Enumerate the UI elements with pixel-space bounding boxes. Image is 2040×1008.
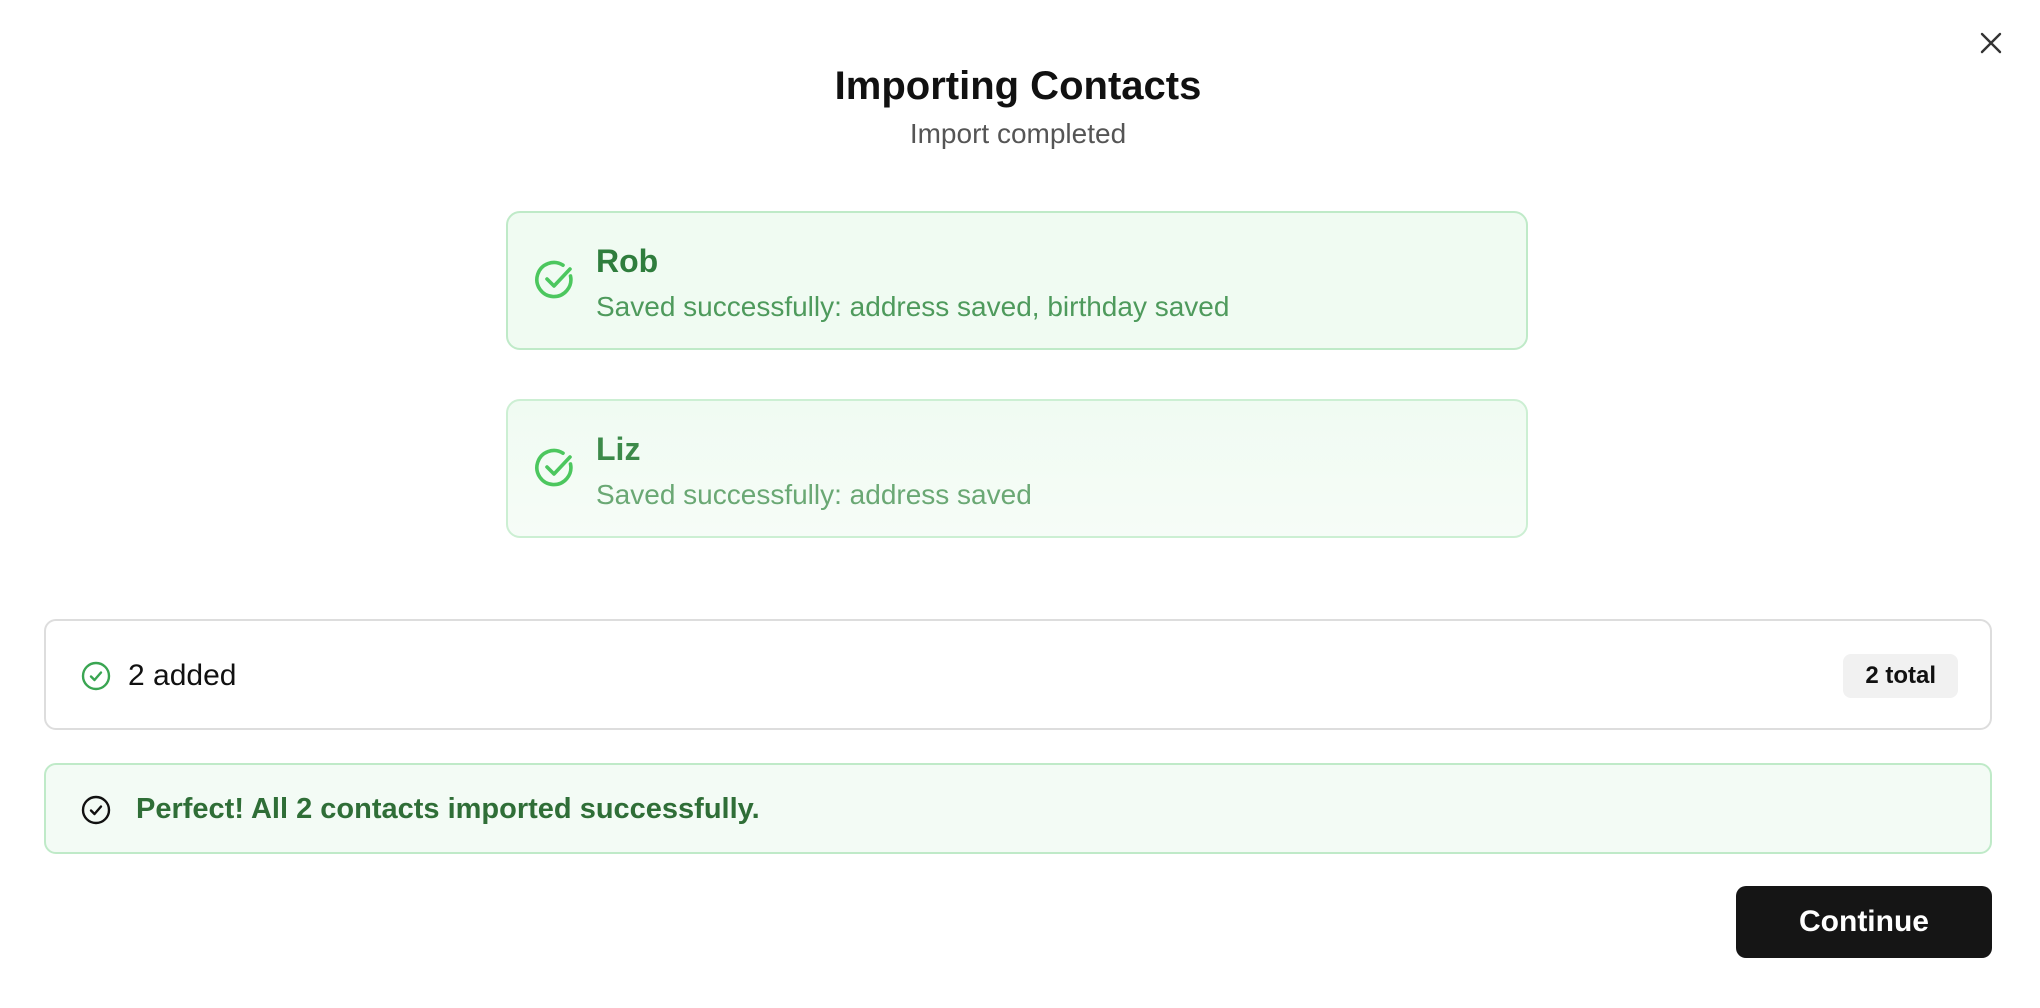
contact-result-card: Liz Saved successfully: address saved <box>506 399 1528 538</box>
contact-status-detail: Saved successfully: address saved <box>596 479 1032 510</box>
check-circle-icon <box>535 448 573 487</box>
dialog-subtitle: Import completed <box>909 118 1127 149</box>
contact-name: Rob <box>596 243 659 279</box>
dialog-header: Importing Contacts Import completed <box>0 58 2036 154</box>
contact-name: Liz <box>596 431 641 467</box>
import-summary: 2 added 2 total <box>44 619 1992 730</box>
contact-status-detail: Saved successfully: address saved, birth… <box>596 291 1230 322</box>
contact-result-card: Rob Saved successfully: address saved, b… <box>506 211 1528 350</box>
success-message: Perfect! All 2 contacts imported success… <box>136 793 760 825</box>
check-circle-icon <box>81 661 111 691</box>
check-circle-icon <box>81 795 111 825</box>
close-icon <box>1980 32 2002 54</box>
continue-button[interactable]: Continue <box>1736 886 1992 958</box>
success-banner: Perfect! All 2 contacts imported success… <box>44 763 1992 854</box>
dialog-title: Importing Contacts <box>834 64 1202 108</box>
added-count: 2 added <box>128 659 237 692</box>
total-badge: 2 total <box>1843 654 1958 698</box>
close-button[interactable] <box>1972 24 2010 62</box>
check-circle-icon <box>535 260 573 299</box>
